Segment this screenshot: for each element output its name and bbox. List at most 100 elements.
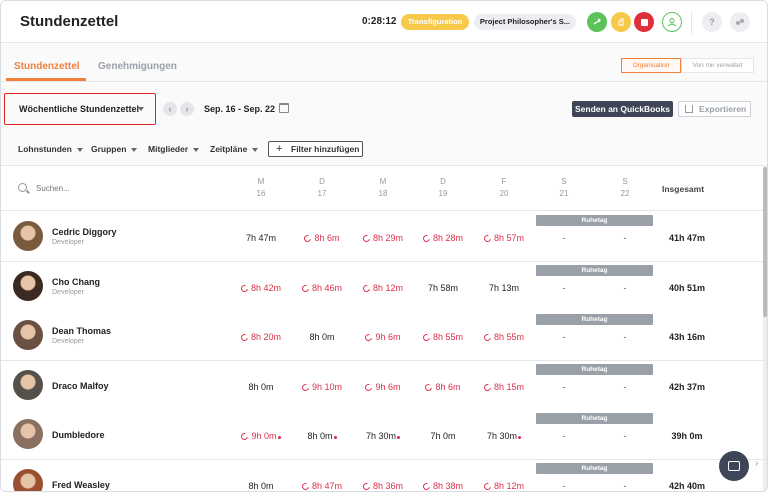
empty-cell[interactable]: - — [549, 431, 579, 441]
filter-groups[interactable]: Gruppen — [91, 144, 138, 154]
empty-cell[interactable]: - — [610, 431, 640, 441]
time-cell[interactable]: 8h 57m — [474, 233, 534, 244]
time-cell[interactable]: 8h 0m — [292, 431, 352, 441]
time-cell[interactable]: 7h 0m — [413, 431, 473, 441]
time-value: 8h 38m — [432, 481, 464, 491]
time-cell[interactable]: 8h 12m — [474, 481, 534, 491]
day-letter: F — [501, 177, 507, 186]
time-cell[interactable]: 9h 0m — [231, 431, 291, 442]
time-value: 8h 12m — [493, 481, 525, 491]
scope-organization[interactable]: Organisation — [621, 58, 681, 73]
prev-week-button[interactable]: ‹ — [163, 102, 177, 116]
time-cell[interactable]: 8h 12m — [353, 283, 413, 293]
send-quickbooks-button[interactable]: Senden an QuickBooks — [572, 101, 673, 117]
time-cell[interactable]: 8h 0m — [292, 332, 352, 342]
time-cell[interactable]: 8h 6m — [413, 382, 473, 393]
empty-cell[interactable]: - — [549, 481, 579, 491]
time-cell[interactable]: 9h 6m — [353, 382, 413, 393]
empty-cell[interactable]: - — [610, 481, 640, 491]
time-cell[interactable]: 8h 15m — [474, 382, 534, 393]
plus-icon: + — [276, 143, 283, 155]
empty-cell[interactable]: - — [549, 332, 579, 342]
time-cell[interactable]: 8h 29m — [353, 233, 413, 244]
member-name[interactable]: Draco Malfoy — [52, 381, 109, 391]
switch-task-button[interactable] — [587, 12, 607, 32]
time-cell[interactable]: 7h 47m — [231, 233, 291, 243]
export-button[interactable]: Exportieren — [678, 101, 751, 117]
empty-cell[interactable]: - — [610, 283, 640, 293]
next-week-button[interactable]: › — [180, 102, 194, 116]
break-button[interactable] — [611, 12, 631, 32]
empty-cell[interactable]: - — [549, 283, 579, 293]
table-row[interactable]: Dumbledore 9h 0m 8h 0m 7h 30m 7h 0m 7h 30m Ruh… — [1, 410, 763, 461]
time-cell[interactable]: 8h 38m — [413, 481, 473, 491]
overtime-icon — [361, 283, 372, 293]
chat-button[interactable] — [719, 451, 749, 481]
table-row[interactable]: Cho Chang Developer 8h 42m 8h 46m 8h 12m 7h 5… — [1, 261, 763, 312]
table-row[interactable]: Fred Weasley 8h 0m 8h 47m 8h 36m 8h 38m 8h 12… — [1, 460, 763, 491]
edited-indicator — [397, 435, 401, 439]
table-row[interactable]: Dean Thomas Developer 8h 20m 8h 0m 9h 6m 8h 5… — [1, 311, 763, 362]
empty-cell[interactable]: - — [610, 332, 640, 342]
member-name[interactable]: Fred Weasley — [52, 480, 110, 490]
time-cell[interactable]: 8h 20m — [231, 332, 291, 343]
stop-button[interactable] — [634, 12, 654, 32]
time-cell[interactable]: 7h 58m — [413, 283, 473, 293]
time-cell[interactable]: 8h 0m — [231, 382, 291, 392]
time-value: 8h 0m — [248, 481, 274, 491]
chevron-right-icon[interactable]: › — [755, 458, 758, 469]
member-name[interactable]: Dumbledore — [52, 430, 105, 440]
time-cell[interactable]: 8h 47m — [292, 481, 352, 491]
table-row[interactable]: Cedric Diggory Developer 7h 47m 8h 6m 8h 29m… — [1, 212, 763, 262]
time-cell[interactable]: 9h 10m — [292, 382, 352, 393]
view-selector[interactable]: Wöchentliche Stundenzettel — [4, 93, 156, 125]
day-header: F 20 — [484, 176, 524, 200]
search-input[interactable] — [36, 184, 156, 193]
time-cell[interactable]: 8h 6m — [292, 233, 352, 244]
time-cell[interactable]: 8h 36m — [353, 481, 413, 491]
member-name[interactable]: Cedric Diggory — [52, 227, 117, 237]
member-role: Developer — [52, 288, 84, 296]
time-cell[interactable]: 8h 0m — [231, 481, 291, 491]
time-cell[interactable]: 8h 55m — [474, 332, 534, 343]
empty-cell[interactable]: - — [610, 382, 640, 392]
calendar-icon[interactable] — [279, 103, 289, 113]
time-cell[interactable]: 9h 6m — [353, 332, 413, 343]
avatar — [13, 320, 43, 351]
question-icon: ? — [709, 17, 715, 27]
day-number: 22 — [620, 189, 630, 198]
filter-schedules[interactable]: Zeitpläne — [210, 144, 259, 154]
time-cell[interactable]: 8h 42m — [231, 283, 291, 293]
table-row[interactable]: Draco Malfoy 8h 0m 9h 10m 9h 6m 8h 6m 8h 15m R… — [1, 360, 763, 411]
activity-badge[interactable]: Transfiguration — [401, 14, 469, 30]
time-cell[interactable]: 8h 55m — [413, 332, 473, 343]
help-button[interactable]: ? — [702, 12, 722, 32]
date-range[interactable]: Sep. 16 - Sep. 22 — [204, 104, 275, 114]
empty-cell[interactable]: - — [549, 382, 579, 392]
clock-out-button[interactable] — [662, 12, 682, 32]
time-cell[interactable]: 8h 28m — [413, 233, 473, 244]
filter-members[interactable]: Mitglieder — [148, 144, 200, 154]
overtime-icon — [421, 332, 432, 343]
time-cell[interactable]: 7h 30m — [474, 431, 534, 441]
tab-approvals[interactable]: Genehmigungen — [98, 61, 177, 72]
time-cell[interactable]: 7h 30m — [353, 431, 413, 441]
member-name[interactable]: Cho Chang — [52, 277, 100, 287]
member-name[interactable]: Dean Thomas — [52, 326, 111, 336]
scrollbar-thumb[interactable] — [763, 167, 767, 317]
time-cell[interactable]: 8h 46m — [292, 283, 352, 293]
empty-cell[interactable]: - — [610, 233, 640, 243]
filter-pay[interactable]: Lohnstunden — [18, 144, 83, 154]
empty-cell[interactable]: - — [549, 233, 579, 243]
apps-button[interactable] — [730, 12, 750, 32]
tab-timesheets[interactable]: Stundenzettel — [14, 61, 80, 72]
chevron-right-icon: › — [185, 104, 189, 114]
time-value: 8h 55m — [493, 332, 525, 343]
project-selector[interactable]: Project Philosopher's S... — [474, 14, 576, 30]
scope-managed[interactable]: Von mir verwaltet — [681, 58, 754, 73]
time-value: 8h 47m — [311, 481, 343, 491]
add-filter-button[interactable]: + Filter hinzufügen — [268, 141, 363, 157]
time-cell[interactable]: 7h 13m — [474, 283, 534, 293]
row-total: 42h 37m — [668, 381, 706, 392]
time-value: 8h 29m — [372, 233, 404, 243]
